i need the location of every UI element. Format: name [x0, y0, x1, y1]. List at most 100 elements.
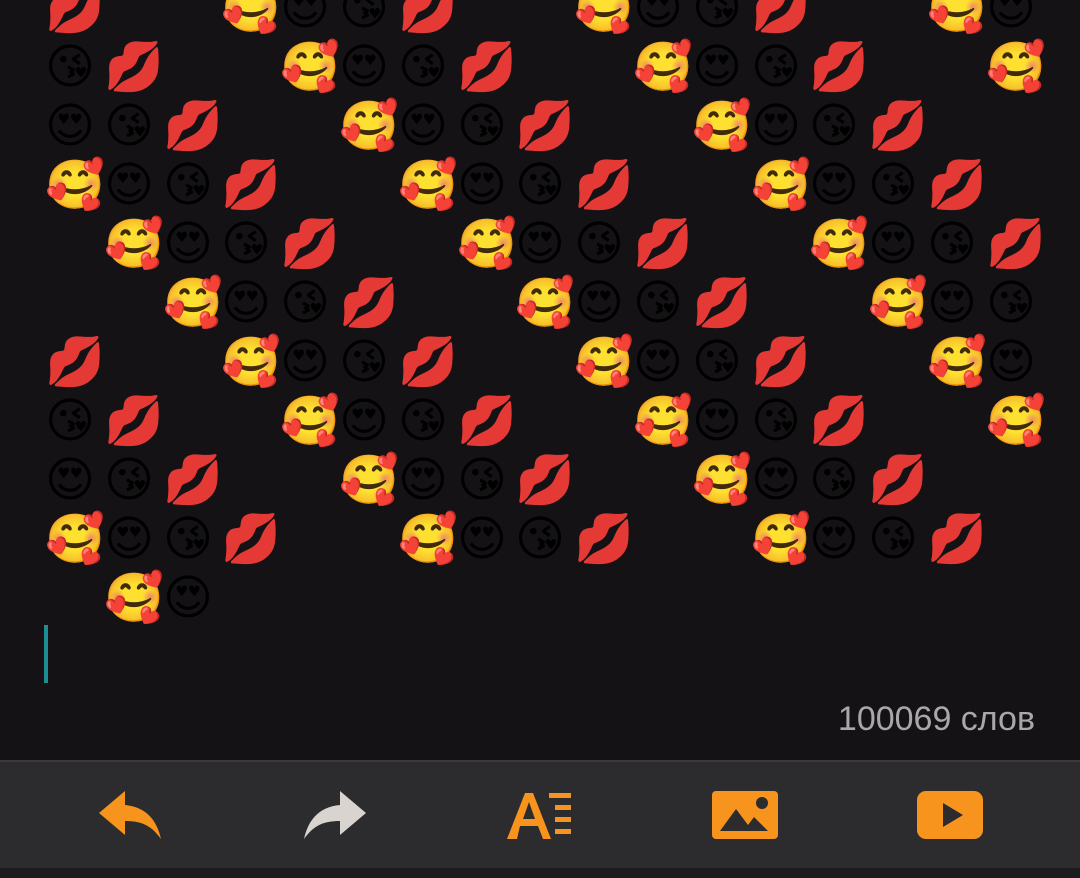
- emoji-glyph: 😘: [45, 39, 96, 95]
- emoji-glyph: 💋: [868, 98, 928, 154]
- emoji-glyph: 🥰: [574, 0, 634, 36]
- emoji-glyph: 🥰: [986, 393, 1046, 449]
- emoji-glyph: 😍: [45, 452, 96, 508]
- bottom-toolbar: [0, 760, 1080, 872]
- emoji-glyph: 💋: [163, 98, 223, 154]
- emoji-glyph: 😘: [633, 275, 684, 331]
- emoji-glyph: 😍: [633, 0, 684, 36]
- emoji-glyph: 💋: [398, 334, 458, 390]
- text-line: 🥰 😍 😘 💋 🥰 😍 😘 💋 🥰 😍 😘 💋: [45, 509, 1045, 568]
- text-line: 🥰 😍 😘 💋 🥰 😍 😘 💋 🥰 😍 😘 💋: [45, 155, 1045, 214]
- emoji-glyph: 😍: [868, 216, 919, 272]
- word-count-label: 100069 слов: [837, 700, 1035, 738]
- emoji-glyph: 🥰: [104, 216, 164, 272]
- emoji-glyph: 😍: [809, 157, 860, 213]
- emoji-glyph: 😍: [457, 511, 508, 567]
- emoji-glyph: 😘: [163, 511, 214, 567]
- emoji-glyph: 😘: [457, 98, 508, 154]
- emoji-glyph: 😘: [398, 39, 449, 95]
- emoji-glyph: 😍: [633, 334, 684, 390]
- emoji-glyph: 💋: [751, 0, 811, 36]
- emoji-glyph: 😘: [280, 275, 331, 331]
- emoji-glyph: 😍: [398, 452, 449, 508]
- emoji-glyph: 😘: [339, 0, 390, 36]
- emoji-glyph: 🥰: [339, 452, 399, 508]
- emoji-glyph: 🥰: [45, 511, 105, 567]
- emoji-glyph: 💋: [457, 39, 517, 95]
- emoji-glyph: 😍: [751, 98, 802, 154]
- emoji-glyph: 💋: [515, 452, 575, 508]
- emoji-glyph: 😘: [339, 334, 390, 390]
- text-line: 🥰 😍: [45, 568, 1045, 627]
- text-line: 🥰 😍 😘 💋 🥰 😍 😘 💋 🥰 😍 😘: [45, 273, 1045, 332]
- emoji-glyph: 🥰: [104, 570, 164, 626]
- editor-area[interactable]: 💋 🥰 😍 😘 💋 🥰 😍 😘 💋 🥰 😍 😘 💋 🥰 😍 😘 💋 🥰 😍 😘 💋 🥰 😍 😘 💋 🥰 😍 😘 💋 🥰 😍 😘 💋 🥰 😍 😘 💋 🥰 😍 😘…: [0, 0, 1080, 760]
- text-cursor: [44, 625, 48, 683]
- emoji-glyph: 😘: [751, 393, 802, 449]
- emoji-glyph: 💋: [986, 216, 1046, 272]
- emoji-glyph: 💋: [104, 39, 164, 95]
- text-line: 😍 😘 💋 🥰 😍 😘 💋 🥰 😍 😘 💋: [45, 450, 1045, 509]
- emoji-glyph: 🥰: [457, 216, 517, 272]
- emoji-glyph: 🥰: [163, 275, 223, 331]
- emoji-glyph: 😍: [986, 0, 1037, 36]
- insert-image-button[interactable]: [700, 782, 790, 848]
- text-line: 😘 💋 🥰 😍 😘 💋 🥰 😍 😘 💋 🥰: [45, 391, 1046, 450]
- emoji-glyph: 😍: [574, 275, 625, 331]
- emoji-glyph: 🥰: [751, 511, 811, 567]
- emoji-glyph: 😍: [339, 39, 390, 95]
- insert-video-button[interactable]: [905, 782, 995, 848]
- emoji-glyph: 😍: [751, 452, 802, 508]
- emoji-glyph: 💋: [574, 157, 634, 213]
- emoji-glyph: 🥰: [868, 275, 928, 331]
- emoji-glyph: 🥰: [280, 393, 340, 449]
- emoji-glyph: 😍: [163, 570, 214, 626]
- emoji-glyph: 🥰: [574, 334, 634, 390]
- redo-button[interactable]: [290, 782, 380, 848]
- emoji-glyph: 😍: [515, 216, 566, 272]
- emoji-glyph: 😍: [457, 157, 508, 213]
- emoji-glyph: 😍: [398, 98, 449, 154]
- emoji-glyph: 💋: [574, 511, 634, 567]
- emoji-glyph: 😘: [45, 393, 96, 449]
- emoji-glyph: 😘: [104, 452, 155, 508]
- emoji-glyph: 🥰: [515, 275, 575, 331]
- emoji-glyph: 😍: [692, 39, 743, 95]
- emoji-glyph: 😘: [692, 0, 743, 36]
- text-line: 💋 🥰 😍 😘 💋 🥰 😍 😘 💋 🥰 😍: [45, 332, 1045, 391]
- text-format-button[interactable]: [495, 782, 585, 848]
- emoji-glyph: 🥰: [45, 157, 105, 213]
- emoji-glyph: 💋: [457, 393, 517, 449]
- emoji-glyph: 😘: [927, 216, 978, 272]
- emoji-glyph: 💋: [398, 0, 458, 36]
- emoji-glyph: 💋: [163, 452, 223, 508]
- emoji-glyph: 😘: [692, 334, 743, 390]
- emoji-glyph: 😘: [221, 216, 272, 272]
- emoji-glyph: 😍: [927, 275, 978, 331]
- emoji-glyph: 💋: [809, 39, 869, 95]
- emoji-glyph: 💋: [45, 0, 105, 36]
- emoji-glyph: 🥰: [809, 216, 869, 272]
- emoji-glyph: 😍: [339, 393, 390, 449]
- emoji-glyph: 😘: [457, 452, 508, 508]
- undo-button[interactable]: [85, 782, 175, 848]
- emoji-glyph: 😘: [574, 216, 625, 272]
- text-line: 😘 💋 🥰 😍 😘 💋 🥰 😍 😘 💋 🥰: [45, 37, 1046, 96]
- emoji-glyph: 😘: [515, 157, 566, 213]
- emoji-glyph: 💋: [515, 98, 575, 154]
- emoji-glyph: 😍: [692, 393, 743, 449]
- text-line: 🥰 😍 😘 💋 🥰 😍 😘 💋 🥰 😍 😘 💋: [45, 214, 1046, 273]
- emoji-glyph: 🥰: [927, 0, 987, 36]
- emoji-glyph: 😘: [104, 98, 155, 154]
- emoji-glyph: 💋: [692, 275, 752, 331]
- emoji-glyph: 😍: [280, 0, 331, 36]
- emoji-glyph: 😍: [280, 334, 331, 390]
- text-format-icon: [507, 793, 571, 839]
- emoji-glyph: 🥰: [986, 39, 1046, 95]
- text-line: 💋 🥰 😍 😘 💋 🥰 😍 😘 💋 🥰 😍: [45, 0, 1045, 37]
- emoji-glyph: 😍: [809, 511, 860, 567]
- emoji-glyph: 💋: [280, 216, 340, 272]
- emoji-glyph: 😍: [163, 216, 214, 272]
- emoji-text-content[interactable]: 💋 🥰 😍 😘 💋 🥰 😍 😘 💋 🥰 😍 😘 💋 🥰 😍 😘 💋 🥰 😍 😘 💋 🥰 😍 😘 💋 🥰 😍 😘 💋 🥰 😍 😘 💋 🥰 😍 😘 💋 🥰 😍 😘…: [45, 0, 1046, 627]
- emoji-glyph: 😘: [515, 511, 566, 567]
